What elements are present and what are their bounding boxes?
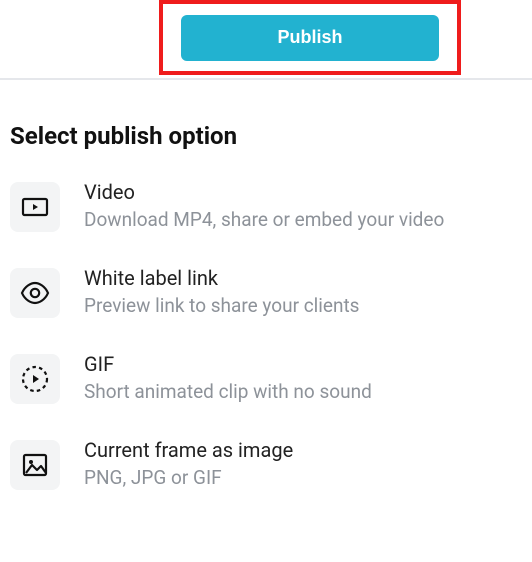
option-title: Video — [84, 180, 532, 204]
topbar: Publish — [0, 0, 532, 80]
option-text: Video Download MP4, share or embed your … — [84, 180, 532, 231]
option-desc: Short animated clip with no sound — [84, 380, 532, 403]
option-title: GIF — [84, 352, 532, 376]
publish-panel: Select publish option Video Download MP4… — [0, 80, 532, 490]
option-gif[interactable]: GIF Short animated clip with no sound — [10, 352, 532, 404]
image-icon — [10, 440, 60, 490]
option-desc: Preview link to share your clients — [84, 294, 532, 317]
play-rect-icon — [10, 182, 60, 232]
option-video[interactable]: Video Download MP4, share or embed your … — [10, 180, 532, 232]
option-title: Current frame as image — [84, 438, 532, 462]
option-desc: PNG, JPG or GIF — [84, 466, 532, 489]
option-text: Current frame as image PNG, JPG or GIF — [84, 438, 532, 489]
option-current-frame[interactable]: Current frame as image PNG, JPG or GIF — [10, 438, 532, 490]
dashed-play-icon — [10, 354, 60, 404]
option-desc: Download MP4, share or embed your video — [84, 208, 532, 231]
eye-icon — [10, 268, 60, 318]
option-text: White label link Preview link to share y… — [84, 266, 532, 317]
section-title: Select publish option — [10, 122, 532, 150]
publish-button[interactable]: Publish — [181, 15, 439, 61]
option-title: White label link — [84, 266, 532, 290]
highlight-box: Publish — [159, 0, 461, 75]
option-white-label-link[interactable]: White label link Preview link to share y… — [10, 266, 532, 318]
option-text: GIF Short animated clip with no sound — [84, 352, 532, 403]
